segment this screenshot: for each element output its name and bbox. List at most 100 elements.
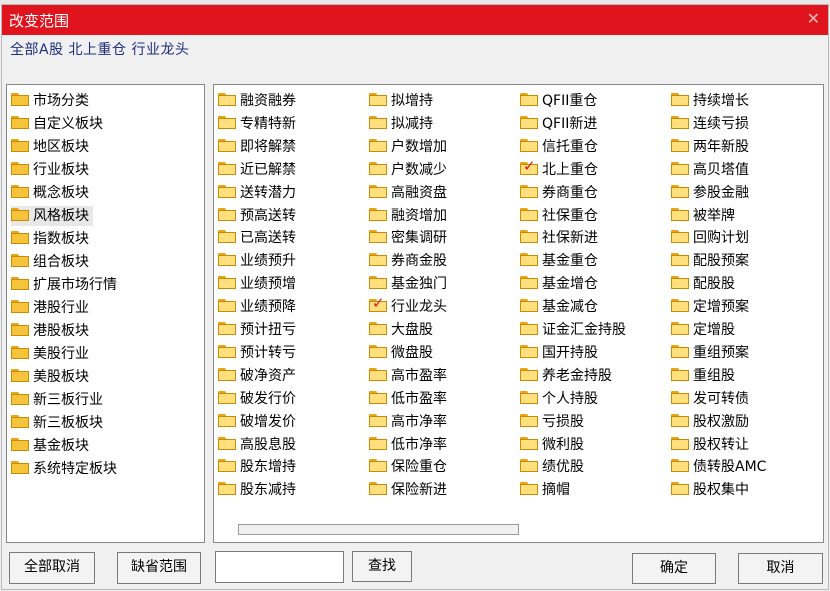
scope-item[interactable]: 业绩预增 bbox=[218, 274, 296, 294]
scope-item[interactable]: 券商重仓 bbox=[520, 183, 598, 203]
scope-item[interactable]: 债转股AMC bbox=[671, 457, 766, 477]
horizontal-scrollbar-thumb[interactable] bbox=[238, 524, 519, 535]
scope-item[interactable]: 股权集中 bbox=[671, 480, 749, 500]
category-item[interactable]: 行业板块 bbox=[11, 160, 89, 180]
scope-item[interactable]: 回购计划 bbox=[671, 228, 749, 248]
scope-item[interactable]: 信托重仓 bbox=[520, 137, 598, 157]
search-input[interactable] bbox=[215, 551, 344, 583]
scope-item[interactable]: 业绩预升 bbox=[218, 251, 296, 271]
scope-item[interactable]: 破增发价 bbox=[218, 412, 296, 432]
scope-item[interactable]: 券商金股 bbox=[369, 251, 447, 271]
scope-item[interactable]: 保险重仓 bbox=[369, 457, 447, 477]
cancel-button[interactable]: 取消 bbox=[738, 553, 823, 584]
scope-item[interactable]: 两年新股 bbox=[671, 137, 749, 157]
scope-item[interactable]: 股权激励 bbox=[671, 412, 749, 432]
category-item[interactable]: 美股板块 bbox=[11, 367, 89, 387]
scope-item[interactable]: 送转潜力 bbox=[218, 183, 296, 203]
scope-item[interactable]: ✓ 行业龙头 bbox=[369, 296, 447, 317]
scope-item[interactable]: 基金增仓 bbox=[520, 274, 598, 294]
category-item[interactable]: 系统特定板块 bbox=[11, 459, 117, 479]
scope-item[interactable]: 预计扭亏 bbox=[218, 320, 296, 340]
scope-item[interactable]: 基金独门 bbox=[369, 274, 447, 294]
category-list[interactable]: 市场分类自定义板块地区板块行业板块概念板块风格板块指数板块组合板块扩展市场行情港… bbox=[6, 84, 205, 543]
scope-item[interactable]: 近已解禁 bbox=[218, 160, 296, 180]
scope-item[interactable]: 低市净率 bbox=[369, 435, 447, 455]
scope-item[interactable]: ✓ 北上重仓 bbox=[520, 158, 598, 180]
category-item[interactable]: 新三板行业 bbox=[11, 390, 103, 410]
scope-item[interactable]: 发可转债 bbox=[671, 389, 749, 409]
scope-item[interactable]: 连续亏损 bbox=[671, 114, 749, 134]
scope-item[interactable]: 重组预案 bbox=[671, 343, 749, 363]
scope-item[interactable]: 养老金持股 bbox=[520, 366, 612, 386]
scope-item[interactable]: 被举牌 bbox=[671, 206, 735, 226]
scope-item[interactable]: QFII新进 bbox=[520, 114, 597, 134]
scope-item[interactable]: 配股预案 bbox=[671, 251, 749, 271]
scope-item[interactable]: 参股金融 bbox=[671, 183, 749, 203]
title-bar[interactable]: 改变范围 ✕ bbox=[2, 5, 828, 35]
category-item[interactable]: 地区板块 bbox=[11, 137, 89, 157]
category-item[interactable]: 指数板块 bbox=[11, 229, 89, 249]
category-item[interactable]: 港股板块 bbox=[11, 321, 89, 341]
scope-item[interactable]: 破净资产 bbox=[218, 366, 296, 386]
scope-item[interactable]: 密集调研 bbox=[369, 228, 447, 248]
category-item[interactable]: 美股行业 bbox=[11, 344, 89, 364]
scope-item[interactable]: 高市盈率 bbox=[369, 366, 447, 386]
scope-item[interactable]: 预计转亏 bbox=[218, 343, 296, 363]
scope-item[interactable]: 国开持股 bbox=[520, 343, 598, 363]
scope-item[interactable]: 拟增持 bbox=[369, 91, 433, 111]
scope-item[interactable]: 股东减持 bbox=[218, 480, 296, 500]
scope-item[interactable]: 定增预案 bbox=[671, 297, 749, 317]
scope-item[interactable]: 破发行价 bbox=[218, 389, 296, 409]
category-item[interactable]: 风格板块 bbox=[11, 206, 93, 226]
scope-item[interactable]: 摘帽 bbox=[520, 480, 570, 500]
scope-item[interactable]: 个人持股 bbox=[520, 389, 598, 409]
scope-item[interactable]: 高市净率 bbox=[369, 412, 447, 432]
scope-item[interactable]: 专精特新 bbox=[218, 114, 296, 134]
category-item[interactable]: 市场分类 bbox=[11, 91, 89, 111]
scope-item[interactable]: 微利股 bbox=[520, 435, 584, 455]
scope-item[interactable]: 预高送转 bbox=[218, 206, 296, 226]
scope-item[interactable]: 持续增长 bbox=[671, 91, 749, 111]
scope-item[interactable]: 融资融券 bbox=[218, 91, 296, 111]
scope-item[interactable]: 拟减持 bbox=[369, 114, 433, 134]
scope-grid[interactable]: 融资融券专精特新即将解禁近已解禁送转潜力预高送转 已高送转业绩预升业绩预增业绩预降… bbox=[213, 84, 824, 543]
scope-item[interactable]: 户数减少 bbox=[369, 160, 447, 180]
scope-item[interactable]: 微盘股 bbox=[369, 343, 433, 363]
scope-item[interactable]: 大盘股 bbox=[369, 320, 433, 340]
close-icon[interactable]: ✕ bbox=[807, 9, 820, 28]
cancel-all-button[interactable]: 全部取消 bbox=[9, 552, 95, 584]
scope-item[interactable]: QFII重仓 bbox=[520, 91, 597, 111]
scope-item[interactable]: 业绩预降 bbox=[218, 297, 296, 317]
default-scope-button[interactable]: 缺省范围 bbox=[117, 552, 201, 584]
category-item[interactable]: 自定义板块 bbox=[11, 114, 103, 134]
scope-item[interactable]: 定增股 bbox=[671, 320, 735, 340]
scope-item[interactable]: 股权转让 bbox=[671, 435, 749, 455]
scope-item[interactable]: 社保新进 bbox=[520, 228, 598, 248]
scope-item[interactable]: 户数增加 bbox=[369, 137, 447, 157]
scope-item[interactable]: 绩优股 bbox=[520, 457, 584, 477]
scope-item[interactable]: 股东增持 bbox=[218, 457, 296, 477]
category-item[interactable]: 新三板板块 bbox=[11, 413, 103, 433]
find-button[interactable]: 查找 bbox=[352, 551, 412, 582]
category-item[interactable]: 组合板块 bbox=[11, 252, 89, 272]
scope-item[interactable]: 亏损股 bbox=[520, 412, 584, 432]
scope-item[interactable]: 即将解禁 bbox=[218, 137, 296, 157]
scope-item[interactable]: 重组股 bbox=[671, 366, 735, 386]
category-item[interactable]: 基金板块 bbox=[11, 436, 89, 456]
category-item[interactable]: 概念板块 bbox=[11, 183, 89, 203]
scope-item[interactable]: 高融资盘 bbox=[369, 183, 447, 203]
scope-item[interactable]: 基金减仓 bbox=[520, 297, 598, 317]
category-item[interactable]: 扩展市场行情 bbox=[11, 275, 117, 295]
scope-item[interactable]: 高股息股 bbox=[218, 435, 296, 455]
scope-item[interactable]: 高贝塔值 bbox=[671, 160, 749, 180]
scope-item[interactable]: 基金重仓 bbox=[520, 251, 598, 271]
ok-button[interactable]: 确定 bbox=[632, 553, 716, 584]
scope-item[interactable]: 配股股 bbox=[671, 274, 735, 294]
category-item[interactable]: 港股行业 bbox=[11, 298, 89, 318]
scope-item[interactable]: 保险新进 bbox=[369, 480, 447, 500]
scope-item[interactable]: 证金汇金持股 bbox=[520, 320, 626, 340]
scope-item[interactable]: 低市盈率 bbox=[369, 389, 447, 409]
scope-item[interactable]: 社保重仓 bbox=[520, 206, 598, 226]
scope-item[interactable]: 已高送转 bbox=[218, 228, 296, 248]
scope-item[interactable]: 融资增加 bbox=[369, 206, 447, 226]
